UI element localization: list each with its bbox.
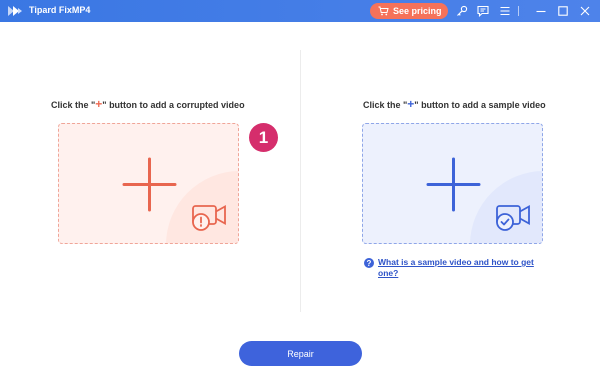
add-sample-video-dropzone[interactable] xyxy=(362,123,543,244)
sample-video-help: ? What is a sample video and how to get … xyxy=(364,257,554,279)
corrupted-video-instruction: Click the "+" button to add a corrupted … xyxy=(51,97,245,111)
repair-button[interactable]: Repair xyxy=(239,341,362,366)
app-logo-icon xyxy=(8,6,22,16)
add-corrupted-video-dropzone[interactable] xyxy=(58,123,239,244)
maximize-icon[interactable] xyxy=(556,4,570,18)
step-badge: 1 xyxy=(249,123,278,152)
app-title: Tipard FixMP4 xyxy=(29,5,91,15)
add-plus-icon xyxy=(122,157,177,212)
menu-icon[interactable] xyxy=(498,4,512,18)
feedback-icon[interactable] xyxy=(476,4,490,18)
panel-divider xyxy=(300,50,301,312)
add-plus-icon xyxy=(426,157,481,212)
key-icon[interactable] xyxy=(455,4,469,18)
title-bar: Tipard FixMP4 See pricing xyxy=(0,0,600,22)
minimize-icon[interactable] xyxy=(534,4,548,18)
sample-video-help-link[interactable]: What is a sample video and how to get on… xyxy=(378,257,554,279)
close-icon[interactable] xyxy=(578,4,592,18)
see-pricing-button[interactable]: See pricing xyxy=(370,3,448,19)
titlebar-divider xyxy=(518,6,519,16)
cart-icon xyxy=(378,6,389,16)
help-icon: ? xyxy=(364,258,374,268)
sample-video-instruction: Click the "+" button to add a sample vid… xyxy=(363,97,546,111)
see-pricing-label: See pricing xyxy=(393,6,442,16)
